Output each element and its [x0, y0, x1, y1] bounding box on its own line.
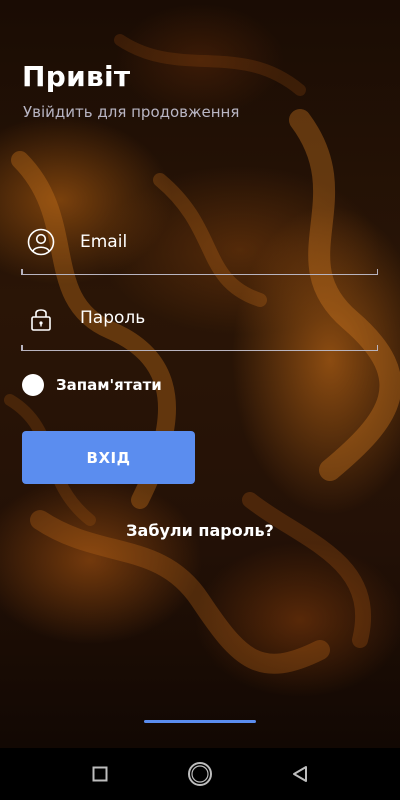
field-edge [21, 345, 23, 351]
user-circle-icon [27, 228, 55, 256]
scroll-indicator [144, 720, 256, 723]
field-edge [21, 269, 23, 275]
system-nav-bar [0, 748, 400, 800]
home-icon[interactable] [186, 760, 214, 788]
password-field [21, 298, 378, 351]
email-input[interactable] [80, 226, 360, 258]
remember-me-label[interactable]: Запам'ятати [56, 376, 162, 394]
password-input[interactable] [80, 302, 360, 334]
back-icon[interactable] [286, 760, 314, 788]
page-title: Привіт [22, 60, 131, 93]
lock-icon [31, 309, 51, 331]
remember-me-radio[interactable] [22, 374, 44, 396]
forgot-password-link[interactable]: Забули пароль? [0, 521, 400, 540]
email-field [21, 222, 378, 275]
field-edge [376, 269, 378, 275]
remember-me-row: Запам'ятати [22, 373, 162, 397]
recent-apps-icon[interactable] [86, 760, 114, 788]
login-button[interactable]: ВХІД [22, 431, 195, 484]
field-edge [376, 345, 378, 351]
page-subtitle: Увійдить для продовження [23, 103, 240, 121]
